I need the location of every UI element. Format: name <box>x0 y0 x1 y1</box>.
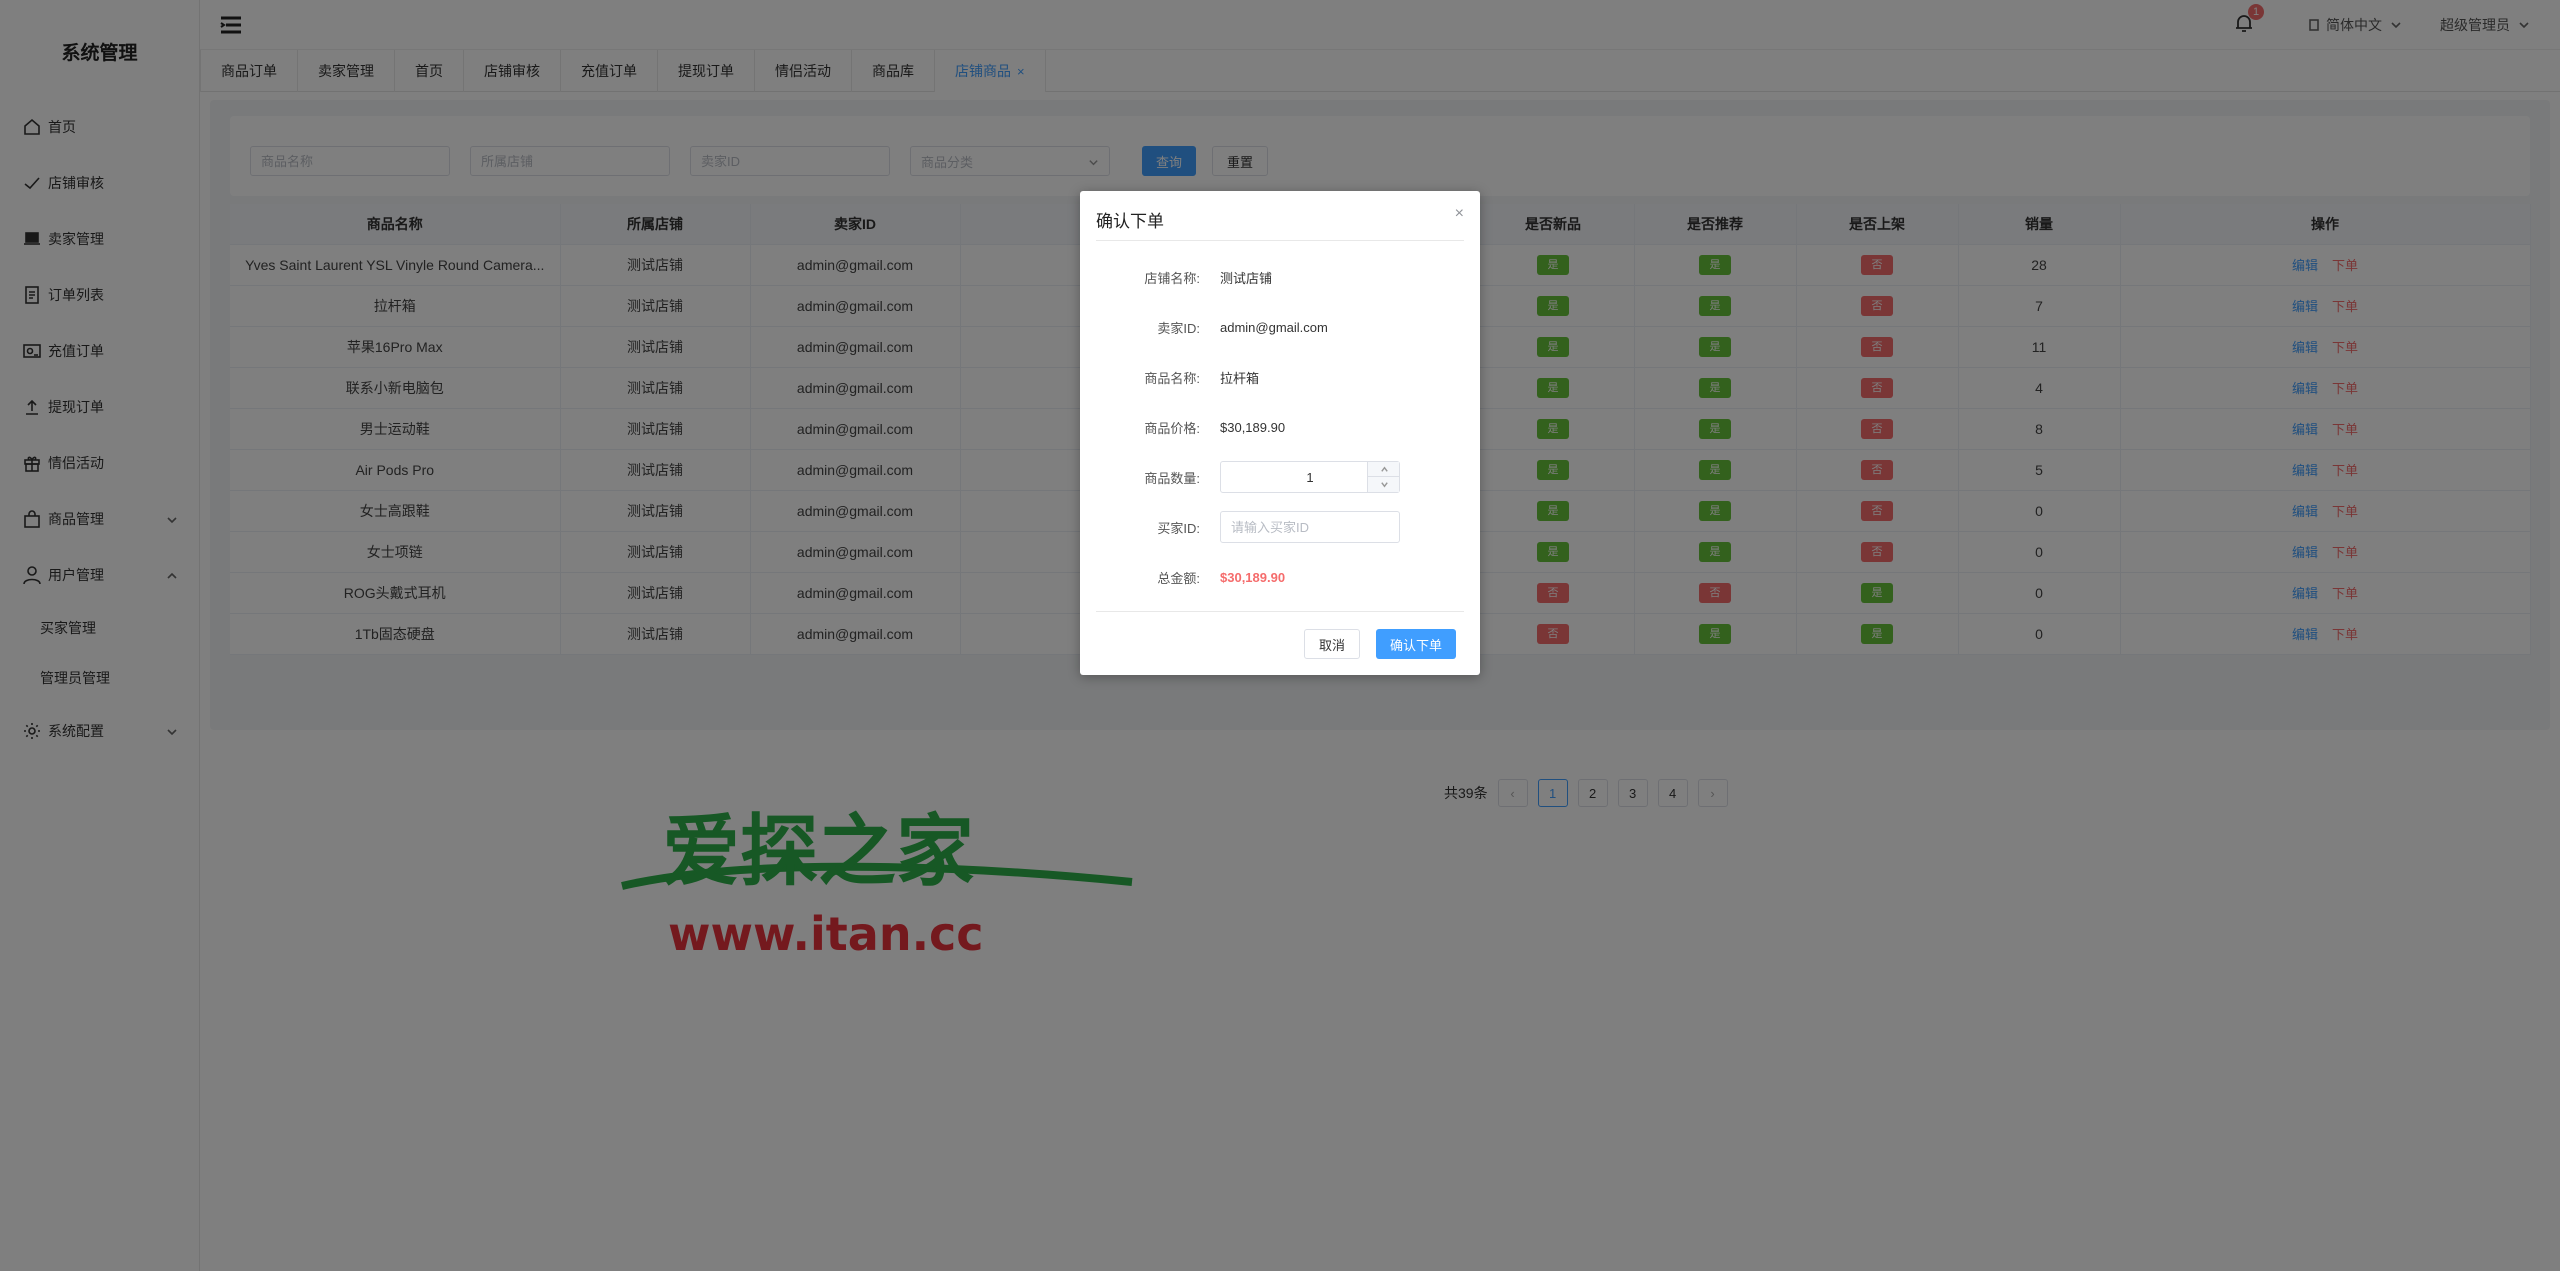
product-name-value: 拉杆箱 <box>1220 370 1260 386</box>
store-name-label: 店铺名称: <box>1144 270 1200 286</box>
cancel-button[interactable]: 取消 <box>1304 629 1361 659</box>
buyer-id-label: 买家ID: <box>1157 520 1200 536</box>
stepper-controls <box>1367 462 1400 492</box>
close-icon[interactable]: × <box>1455 205 1464 223</box>
seller-id-value: admin@gmail.com <box>1220 319 1328 335</box>
product-name-label: 商品名称: <box>1144 370 1200 386</box>
dialog-title: 确认下单 <box>1096 212 1164 231</box>
seller-id-row: 卖家ID: admin@gmail.com <box>1080 310 1480 344</box>
quantity-row: 商品数量: 1 <box>1080 460 1480 494</box>
total-label: 总金额: <box>1157 570 1200 586</box>
decrease-button[interactable] <box>1368 477 1400 492</box>
quantity-label: 商品数量: <box>1144 470 1200 486</box>
confirm-order-dialog: 确认下单 × 店铺名称: 测试店铺 卖家ID: admin@gmail.com … <box>1080 191 1480 675</box>
product-price-label: 商品价格: <box>1144 420 1200 436</box>
chevron-down-icon <box>1380 482 1388 488</box>
store-name-row: 店铺名称: 测试店铺 <box>1080 260 1480 294</box>
chevron-up-icon <box>1380 466 1388 472</box>
store-name-value: 测试店铺 <box>1220 270 1273 286</box>
product-price-row: 商品价格: $30,189.90 <box>1080 410 1480 444</box>
seller-id-label: 卖家ID: <box>1157 320 1200 336</box>
product-price-value: $30,189.90 <box>1220 419 1286 435</box>
product-name-row: 商品名称: 拉杆箱 <box>1080 360 1480 394</box>
buyer-id-input[interactable] <box>1220 511 1400 543</box>
buyer-id-row: 买家ID: <box>1080 510 1480 544</box>
quantity-value[interactable]: 1 <box>1240 470 1380 485</box>
dialog-footer-divider <box>1096 611 1464 612</box>
quantity-stepper[interactable]: 1 <box>1220 461 1400 493</box>
increase-button[interactable] <box>1368 462 1400 477</box>
dialog-divider <box>1096 240 1464 241</box>
confirm-order-button[interactable]: 确认下单 <box>1376 629 1457 659</box>
total-row: 总金额: $30,189.90 <box>1080 560 1480 594</box>
total-value: $30,189.90 <box>1220 569 1286 585</box>
